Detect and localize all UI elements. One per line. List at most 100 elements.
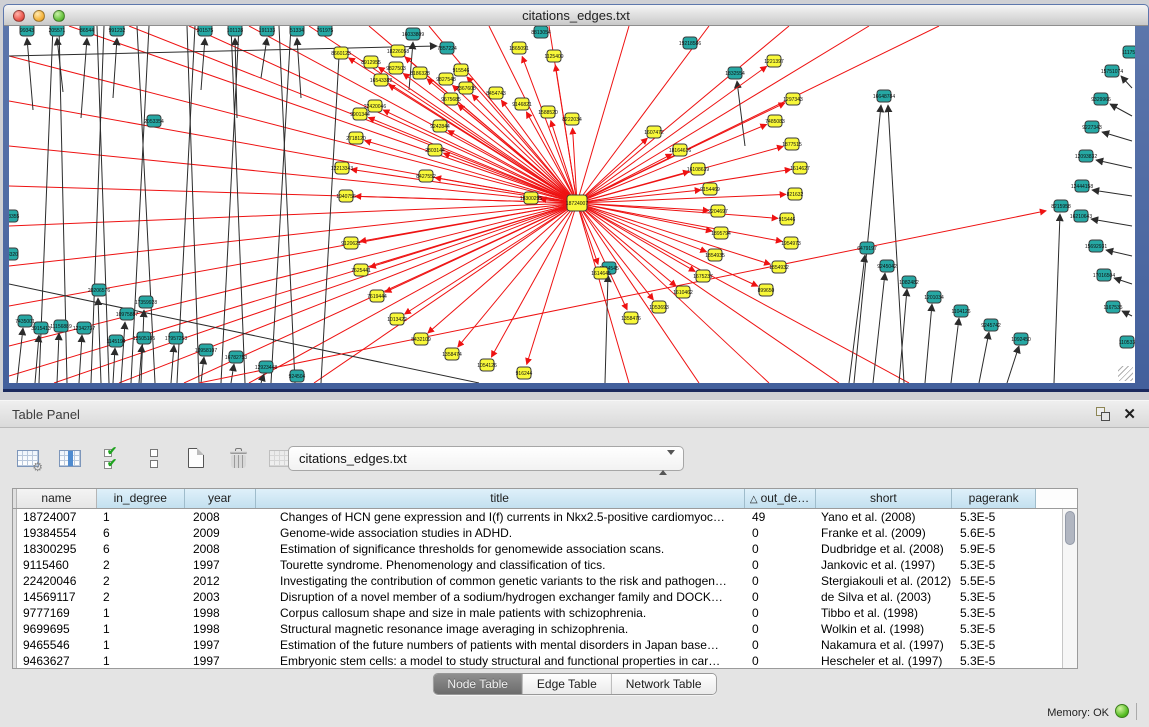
- table-row[interactable]: 911546021997Tourette syndrome. Phenomeno…: [13, 557, 1077, 573]
- tab-network-table[interactable]: Network Table: [612, 674, 716, 694]
- tab-node-table[interactable]: Node Table: [433, 674, 523, 694]
- column-header-out_de[interactable]: △out_de…: [745, 489, 816, 508]
- table-row[interactable]: 1938455462009Genome-wide association stu…: [13, 525, 1077, 541]
- graph-node-label: 1854932: [769, 265, 789, 271]
- table-row[interactable]: 977716911998Corpus callosum shape and si…: [13, 605, 1077, 621]
- cell-out_degree: 0: [746, 637, 817, 653]
- graph-node-label: 1895794: [711, 231, 731, 237]
- graph-node-label: 22420046: [364, 104, 386, 110]
- graph-node-label: 9146821: [512, 102, 532, 108]
- graph-node-label: 7485083: [765, 119, 785, 125]
- graph-edge: [1091, 219, 1132, 226]
- graph-node-label: 1092450: [1011, 337, 1031, 343]
- select-columns-icon[interactable]: ✔ ✔: [98, 445, 126, 471]
- graph-edge: [98, 298, 101, 383]
- cell-in_degree: 2: [97, 573, 185, 589]
- graph-edge: [605, 275, 608, 383]
- cell-name: 9777169: [17, 605, 97, 621]
- zoom-button[interactable]: [53, 10, 65, 22]
- graph-node-label: 8813054: [531, 30, 551, 36]
- cell-title: Tourette syndrome. Phenomenology and cla…: [256, 557, 746, 573]
- table-row[interactable]: 1830029562008Estimation of significance …: [13, 541, 1077, 557]
- graph-node-label: 51334: [290, 28, 304, 34]
- graph-node-label: 205571: [49, 28, 66, 34]
- cell-out_degree: 0: [746, 525, 817, 541]
- graph-node-label: 9329966: [1091, 97, 1111, 103]
- graph-node-label: 1614627: [790, 166, 810, 172]
- column-header-name[interactable]: name: [17, 489, 97, 508]
- cell-pagerank: 5.9E-5: [954, 541, 1038, 557]
- show-columns-icon[interactable]: [56, 445, 84, 471]
- graph-node-label: 17957253: [165, 336, 187, 342]
- header-scrollbar-corner: [1062, 489, 1077, 508]
- close-button[interactable]: [13, 10, 25, 22]
- delete-column-icon[interactable]: [224, 445, 252, 471]
- graph-edge: [409, 42, 413, 90]
- graph-node-label: 16782753: [225, 355, 247, 361]
- scrollbar-thumb[interactable]: [1065, 511, 1075, 545]
- network-table-selector[interactable]: citations_edges.txt: [288, 446, 684, 471]
- cell-title: Estimation of the future numbers of pati…: [256, 637, 746, 653]
- cell-title: Corpus callosum shape and size in male p…: [256, 605, 746, 621]
- graph-node-label: 9827548: [436, 77, 456, 83]
- graph-node-label: 1145194: [106, 339, 125, 345]
- table-row[interactable]: 969969511998Structural magnetic resonanc…: [13, 621, 1077, 637]
- cell-year: 2003: [185, 589, 256, 605]
- graph-node-label: 7625441: [351, 268, 371, 274]
- graph-node-label: 1854935: [705, 253, 725, 259]
- resize-grip-icon[interactable]: [1118, 366, 1133, 381]
- graph-node-label: 1167535: [1103, 305, 1122, 311]
- graph-node-label: 17359928: [135, 300, 157, 306]
- table-row[interactable]: 946362711997Embryonic stem cells: a mode…: [13, 653, 1077, 669]
- graph-edge: [177, 26, 195, 383]
- close-panel-icon[interactable]: ✕: [1123, 405, 1136, 423]
- graph-node-label: 1610462: [673, 290, 693, 296]
- graph-node-label: 8222034: [562, 117, 582, 123]
- graph-edge: [187, 26, 199, 383]
- table-mode-icon[interactable]: ⚙: [14, 445, 42, 471]
- clear-columns-icon[interactable]: [140, 445, 168, 471]
- graph-node-label: 924504: [289, 374, 306, 380]
- cell-year: 2009: [185, 525, 256, 541]
- graph-node-label: 915546: [453, 68, 470, 74]
- graph-node-label: 16033809: [402, 32, 424, 38]
- graph-edge: [577, 26, 709, 203]
- column-header-in_degree[interactable]: in_degree: [97, 489, 185, 508]
- graph-edge: [365, 141, 577, 203]
- tab-edge-table[interactable]: Edge Table: [523, 674, 612, 694]
- memory-status-icon[interactable]: [1115, 704, 1129, 718]
- graph-edge: [17, 328, 23, 383]
- graph-edge: [577, 203, 695, 271]
- graph-node-label: 16648784: [873, 94, 895, 100]
- column-header-year[interactable]: year: [185, 489, 256, 508]
- graph-node-label: 7857224: [437, 46, 457, 52]
- table-row[interactable]: 946554611997Estimation of the future num…: [13, 637, 1077, 653]
- minimize-button[interactable]: [33, 10, 45, 22]
- table-row[interactable]: 1456911722003Disruption of a novel membe…: [13, 589, 1077, 605]
- graph-node-label: 1358474: [442, 352, 462, 358]
- graph-node-label: 9675685: [441, 97, 461, 103]
- table-row[interactable]: 2242004622012Investigating the contribut…: [13, 573, 1077, 589]
- graph-edge: [1114, 278, 1132, 284]
- new-column-icon[interactable]: [182, 445, 210, 471]
- cell-short: Jankovic et al. (1997): [817, 557, 954, 573]
- graph-node-label: 2803144: [425, 148, 445, 154]
- cell-pagerank: 5.3E-5: [954, 589, 1038, 605]
- float-panel-icon[interactable]: [1096, 407, 1110, 421]
- window-titlebar[interactable]: citations_edges.txt: [4, 5, 1148, 26]
- column-header-pagerank[interactable]: pagerank: [952, 489, 1036, 508]
- graph-edge: [113, 38, 117, 98]
- column-header-title[interactable]: title: [256, 489, 745, 508]
- graph-node-label: 20206576: [88, 288, 110, 294]
- graph-node-label: 1104126: [951, 309, 970, 315]
- column-header-short[interactable]: short: [816, 489, 953, 508]
- network-graph-canvas[interactable]: 9934320557186544991232301575101128191133…: [9, 26, 1135, 383]
- graph-node-label: 15692931: [1085, 244, 1107, 250]
- network-graph[interactable]: 9934320557186544991232301575101128191133…: [9, 26, 1135, 383]
- graph-node-label: 16108639: [687, 167, 709, 173]
- vertical-scrollbar[interactable]: [1062, 509, 1077, 668]
- table-row[interactable]: 1872400712008Changes of HCN gene express…: [13, 509, 1077, 525]
- cell-pagerank: 5.3E-5: [954, 621, 1038, 637]
- graph-node-label: 19218586: [679, 41, 701, 47]
- cell-short: de Silva et al. (2003): [817, 589, 954, 605]
